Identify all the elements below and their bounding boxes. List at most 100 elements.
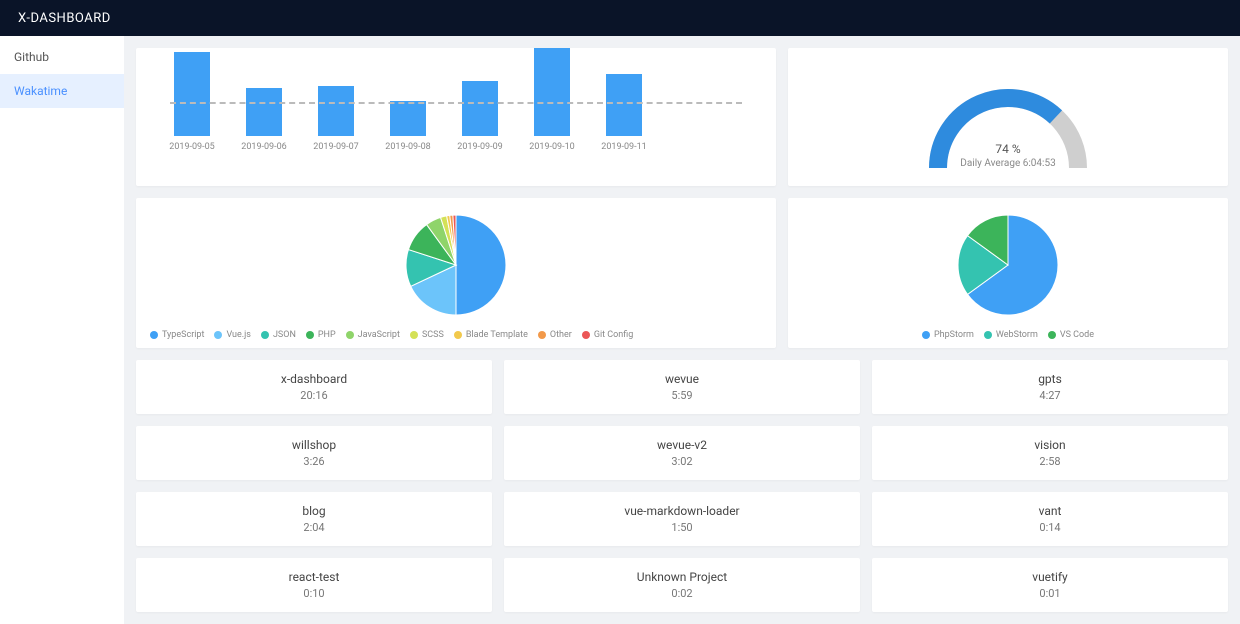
legend-item: JavaScript bbox=[346, 330, 400, 340]
legend-swatch bbox=[261, 331, 269, 339]
bar bbox=[318, 86, 354, 136]
sidebar-item-github[interactable]: Github bbox=[0, 40, 124, 74]
bar-label: 2019-09-08 bbox=[385, 142, 430, 152]
project-time: 2:04 bbox=[144, 521, 484, 534]
project-card[interactable]: vue-markdown-loader 1:50 bbox=[504, 492, 860, 546]
legend-label: Other bbox=[550, 330, 572, 340]
legend-swatch bbox=[922, 331, 930, 339]
legend-item: Git Config bbox=[582, 330, 634, 340]
project-time: 20:16 bbox=[144, 389, 484, 402]
project-card[interactable]: blog 2:04 bbox=[136, 492, 492, 546]
project-time: 1:50 bbox=[512, 521, 852, 534]
sidebar: GithubWakatime bbox=[0, 36, 124, 624]
project-card[interactable]: react-test 0:10 bbox=[136, 558, 492, 612]
bar-label: 2019-09-06 bbox=[241, 142, 286, 152]
legend-label: TypeScript bbox=[162, 330, 204, 340]
languages-pie-card: TypeScript Vue.js JSON PHP JavaScript SCSS Bla… bbox=[136, 198, 776, 348]
bar bbox=[462, 81, 498, 136]
app-header: X-DASHBOARD bbox=[0, 0, 1240, 36]
bar bbox=[534, 48, 570, 136]
legend-label: JavaScript bbox=[358, 330, 400, 340]
legend-item: Vue.js bbox=[214, 330, 251, 340]
legend-swatch bbox=[454, 331, 462, 339]
project-name: Unknown Project bbox=[512, 570, 852, 584]
legend-swatch bbox=[150, 331, 158, 339]
project-time: 0:02 bbox=[512, 587, 852, 600]
legend-item: WebStorm bbox=[984, 330, 1038, 340]
bar-label: 2019-09-05 bbox=[169, 142, 214, 152]
project-card[interactable]: vuetify 0:01 bbox=[872, 558, 1228, 612]
project-name: vue-markdown-loader bbox=[512, 504, 852, 518]
bar-column: 2019-09-11 bbox=[602, 74, 646, 152]
project-time: 4:27 bbox=[880, 389, 1220, 402]
legend-label: Vue.js bbox=[226, 330, 251, 340]
bar-label: 2019-09-10 bbox=[529, 142, 574, 152]
project-card[interactable]: Unknown Project 0:02 bbox=[504, 558, 860, 612]
project-name: wevue bbox=[512, 372, 852, 386]
bar bbox=[606, 74, 642, 136]
project-card[interactable]: wevue-v23:02 bbox=[504, 426, 860, 480]
project-name: react-test bbox=[144, 570, 484, 584]
legend-swatch bbox=[306, 331, 314, 339]
daily-average-gauge-card: 74 % Daily Average 6:04:53 bbox=[788, 48, 1228, 186]
projects-grid: x-dashboard 20:16 wevue 5:59 gpts 4:27 willsho… bbox=[136, 360, 1228, 612]
legend-item: Other bbox=[538, 330, 572, 340]
legend-label: Git Config bbox=[594, 330, 634, 340]
project-name: willshop bbox=[144, 438, 484, 452]
bar-column: 2019-09-10 bbox=[530, 48, 574, 152]
languages-pie-chart bbox=[401, 210, 511, 320]
bar-chart-threshold-line bbox=[170, 102, 742, 104]
bar bbox=[390, 101, 426, 136]
project-time: 0:14 bbox=[880, 521, 1220, 534]
project-name: x-dashboard bbox=[144, 372, 484, 386]
project-name: vision bbox=[880, 438, 1220, 452]
pie-slice bbox=[456, 215, 506, 315]
legend-label: WebStorm bbox=[996, 330, 1038, 340]
legend-swatch bbox=[214, 331, 222, 339]
legend-swatch bbox=[538, 331, 546, 339]
gauge-subtitle: Daily Average 6:04:53 bbox=[960, 158, 1055, 169]
legend-item: JSON bbox=[261, 330, 296, 340]
project-time: 0:10 bbox=[144, 587, 484, 600]
legend-swatch bbox=[984, 331, 992, 339]
project-card[interactable]: vision 2:58 bbox=[872, 426, 1228, 480]
project-card[interactable]: wevue 5:59 bbox=[504, 360, 860, 414]
layout: GithubWakatime 2019-09-05 2019-09-06 2019-… bbox=[0, 36, 1240, 624]
bar-column: 2019-09-09 bbox=[458, 81, 502, 152]
project-time: 0:01 bbox=[880, 587, 1220, 600]
project-name: vuetify bbox=[880, 570, 1220, 584]
editors-pie-chart bbox=[953, 210, 1063, 320]
languages-legend: TypeScript Vue.js JSON PHP JavaScript SCSS Bla… bbox=[150, 322, 762, 340]
legend-swatch bbox=[582, 331, 590, 339]
project-card[interactable]: willshop3:26 bbox=[136, 426, 492, 480]
gauge-percent-label: 74 % bbox=[995, 142, 1020, 156]
main-content: 2019-09-052019-09-062019-09-072019-09-08… bbox=[124, 36, 1240, 624]
bar bbox=[174, 52, 210, 136]
bar bbox=[246, 88, 282, 136]
daily-bar-chart-card: 2019-09-052019-09-062019-09-072019-09-08… bbox=[136, 48, 776, 186]
legend-swatch bbox=[410, 331, 418, 339]
project-time: 5:59 bbox=[512, 389, 852, 402]
project-name: vant bbox=[880, 504, 1220, 518]
project-name: gpts bbox=[880, 372, 1220, 386]
project-time: 2:58 bbox=[880, 455, 1220, 468]
sidebar-item-wakatime[interactable]: Wakatime bbox=[0, 74, 124, 108]
legend-label: SCSS bbox=[422, 330, 444, 340]
project-card[interactable]: vant 0:14 bbox=[872, 492, 1228, 546]
project-card[interactable]: x-dashboard 20:16 bbox=[136, 360, 492, 414]
app-title: X-DASHBOARD bbox=[18, 11, 111, 26]
project-card[interactable]: gpts 4:27 bbox=[872, 360, 1228, 414]
project-time: 3:02 bbox=[512, 455, 852, 468]
legend-label: PhpStorm bbox=[934, 330, 974, 340]
legend-item: PhpStorm bbox=[922, 330, 974, 340]
legend-label: Blade Template bbox=[466, 330, 528, 340]
legend-swatch bbox=[346, 331, 354, 339]
legend-label: VS Code bbox=[1060, 330, 1094, 340]
bar-column: 2019-09-06 bbox=[242, 88, 286, 152]
legend-item: TypeScript bbox=[150, 330, 204, 340]
legend-item: Blade Template bbox=[454, 330, 528, 340]
legend-label: JSON bbox=[273, 330, 296, 340]
legend-item: PHP bbox=[306, 330, 336, 340]
bar-label: 2019-09-09 bbox=[457, 142, 502, 152]
project-name: blog bbox=[144, 504, 484, 518]
